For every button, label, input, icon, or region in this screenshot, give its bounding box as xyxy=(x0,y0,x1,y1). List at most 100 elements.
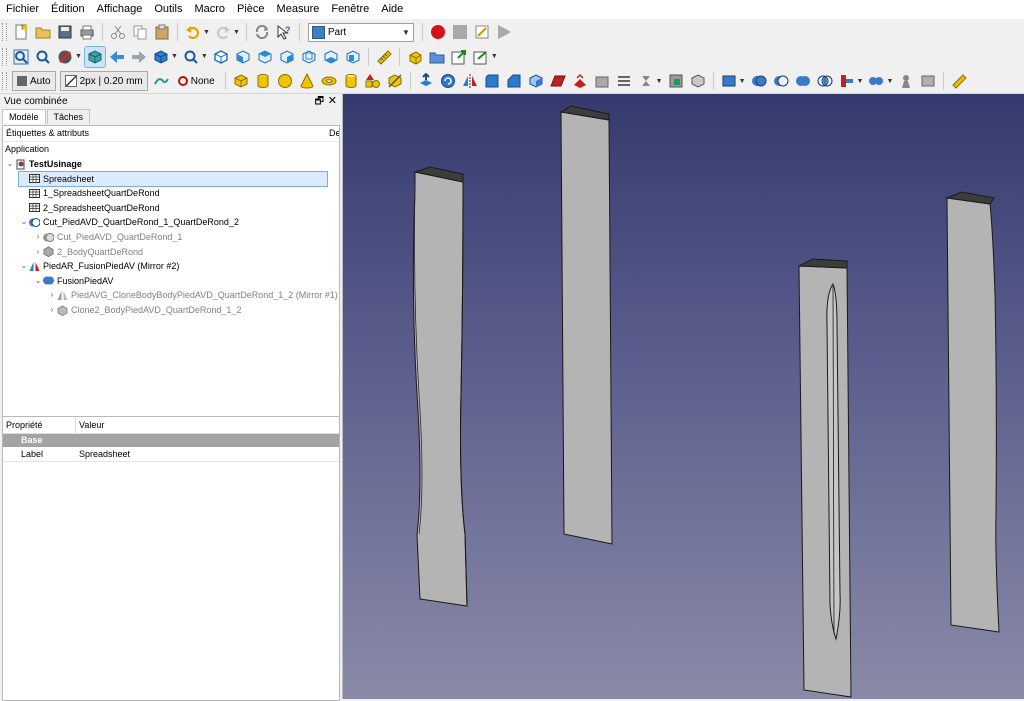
view-right-icon[interactable] xyxy=(277,47,297,67)
tree-item[interactable]: › Cut_PiedAVD_QuartDeRond_1 xyxy=(33,230,183,244)
view-isometric-icon[interactable] xyxy=(211,47,231,67)
tree-item[interactable]: ⌄ TestUsinage xyxy=(5,157,82,171)
chevron-right-icon[interactable]: › xyxy=(47,288,57,302)
property-group-base[interactable]: Base xyxy=(3,434,339,447)
sweep-icon[interactable] xyxy=(592,71,612,91)
sphere-icon[interactable] xyxy=(275,71,295,91)
chevron-right-icon[interactable]: › xyxy=(47,303,57,317)
view-menu-icon[interactable] xyxy=(151,47,171,67)
part-leg-right[interactable] xyxy=(945,191,1000,633)
redo-dropdown-icon[interactable]: ▼ xyxy=(233,29,240,36)
bounding-box-icon[interactable] xyxy=(83,45,106,68)
value-column-header[interactable]: Valeur xyxy=(79,417,104,433)
view-rear-icon[interactable] xyxy=(299,47,319,67)
property-row-label[interactable]: Label Spreadsheet xyxy=(3,447,339,462)
menu-item[interactable]: Macro xyxy=(188,0,231,19)
draw-style-dropdown-icon[interactable]: ▼ xyxy=(75,53,82,60)
fit-all-icon[interactable] xyxy=(11,47,31,67)
chamfer-icon[interactable] xyxy=(504,71,524,91)
tree-item[interactable]: › Clone2_BodyPiedAVD_QuartDeRond_1_2 xyxy=(47,303,241,317)
chevron-right-icon[interactable]: › xyxy=(33,230,43,244)
cone-icon[interactable] xyxy=(297,71,317,91)
menu-item[interactable]: Fenêtre xyxy=(325,0,375,19)
tab-model[interactable]: Modèle xyxy=(2,109,46,124)
split-dropdown-icon[interactable]: ▼ xyxy=(886,78,893,85)
section-icon[interactable] xyxy=(614,71,634,91)
chevron-down-icon[interactable]: ⌄ xyxy=(5,157,15,171)
tab-tasks[interactable]: Tâches xyxy=(46,109,91,124)
nav-back-icon[interactable] xyxy=(107,47,127,67)
link-actions-dropdown-icon[interactable]: ▼ xyxy=(491,53,498,60)
boolean-icon[interactable] xyxy=(749,71,769,91)
compound-dropdown-icon[interactable]: ▼ xyxy=(739,78,746,85)
tube-icon[interactable] xyxy=(341,71,361,91)
shape-builder-icon[interactable] xyxy=(385,71,405,91)
toolbar-grip[interactable] xyxy=(2,23,7,41)
cut-icon[interactable] xyxy=(108,22,128,42)
column-divider[interactable] xyxy=(75,417,76,433)
save-icon[interactable] xyxy=(55,22,75,42)
tree-item[interactable]: › PiedAVG_CloneBodyBodyPiedAVD_QuartDeRon… xyxy=(47,288,338,302)
tree-item[interactable]: 2_SpreadsheetQuartDeRond xyxy=(19,201,160,215)
chevron-down-icon[interactable]: ⌄ xyxy=(33,274,43,288)
chevron-down-icon[interactable]: ⌄ xyxy=(19,259,29,273)
loft-icon[interactable] xyxy=(570,71,590,91)
compound-icon[interactable] xyxy=(719,71,739,91)
sketch-curve-icon[interactable] xyxy=(151,71,171,91)
toolbar-grip[interactable] xyxy=(2,72,7,90)
view-left-icon[interactable] xyxy=(343,47,363,67)
defeaturing-icon[interactable] xyxy=(918,71,938,91)
property-column-header[interactable]: Propriété xyxy=(6,417,43,433)
macro-play-icon[interactable] xyxy=(494,22,514,42)
chevron-right-icon[interactable]: › xyxy=(33,245,43,259)
chevron-down-icon[interactable]: ⌄ xyxy=(19,215,29,229)
menu-item[interactable]: Pièce xyxy=(231,0,271,19)
macro-edit-icon[interactable] xyxy=(472,22,492,42)
view-bottom-icon[interactable] xyxy=(321,47,341,67)
tree-column-description[interactable]: De xyxy=(329,126,339,141)
create-group-icon[interactable] xyxy=(427,47,447,67)
fillet-icon[interactable] xyxy=(482,71,502,91)
part-leg-front[interactable] xyxy=(798,258,852,698)
create-part-icon[interactable] xyxy=(405,47,425,67)
paste-icon[interactable] xyxy=(152,22,172,42)
macro-record-icon[interactable] xyxy=(428,22,448,42)
box-icon[interactable] xyxy=(231,71,251,91)
undo-icon[interactable] xyxy=(183,22,203,42)
split-icon[interactable] xyxy=(866,71,886,91)
tree-item[interactable]: 1_SpreadsheetQuartDeRond xyxy=(19,186,160,200)
zoom-dropdown-icon[interactable]: ▼ xyxy=(201,53,208,60)
snap-button[interactable]: None xyxy=(174,72,219,90)
view-front-icon[interactable] xyxy=(233,47,253,67)
cylinder-icon[interactable] xyxy=(253,71,273,91)
line-width-button[interactable]: 2px | 0.20 mm xyxy=(59,71,148,91)
copy-icon[interactable] xyxy=(130,22,150,42)
refresh-icon[interactable] xyxy=(252,22,272,42)
common-icon[interactable] xyxy=(815,71,835,91)
whats-this-icon[interactable]: ? xyxy=(274,22,294,42)
redo-icon[interactable] xyxy=(213,22,233,42)
tree-item[interactable]: ⌄ FusionPiedAV xyxy=(33,274,114,288)
make-face-icon[interactable] xyxy=(526,71,546,91)
offset-icon[interactable] xyxy=(666,71,686,91)
menu-item[interactable]: Édition xyxy=(45,0,91,19)
ruled-surface-icon[interactable] xyxy=(548,71,568,91)
extrude-icon[interactable] xyxy=(416,71,436,91)
draw-style-button[interactable]: Auto xyxy=(12,71,56,91)
menu-item[interactable]: Measure xyxy=(271,0,326,19)
join-features-icon[interactable] xyxy=(837,71,857,91)
float-panel-icon[interactable]: 🗗 xyxy=(315,94,324,109)
tree-item[interactable]: Spreadsheet xyxy=(18,170,328,187)
tree-item[interactable]: ⌄ Cut_PiedAVD_QuartDeRond_1_QuartDeRond_2 xyxy=(19,215,239,229)
undo-dropdown-icon[interactable]: ▼ xyxy=(203,29,210,36)
open-folder-icon[interactable] xyxy=(33,22,53,42)
tree-column-labels[interactable]: Étiquettes & attributs xyxy=(6,128,89,138)
cross-sections-dropdown-icon[interactable]: ▼ xyxy=(656,78,663,85)
print-icon[interactable] xyxy=(77,22,97,42)
measure-distance-icon[interactable] xyxy=(374,47,394,67)
macro-stop-icon[interactable] xyxy=(450,22,470,42)
part-leg-back[interactable] xyxy=(559,105,613,545)
primitives-icon[interactable] xyxy=(363,71,383,91)
create-link-icon[interactable] xyxy=(449,47,469,67)
link-actions-icon[interactable] xyxy=(471,47,491,67)
